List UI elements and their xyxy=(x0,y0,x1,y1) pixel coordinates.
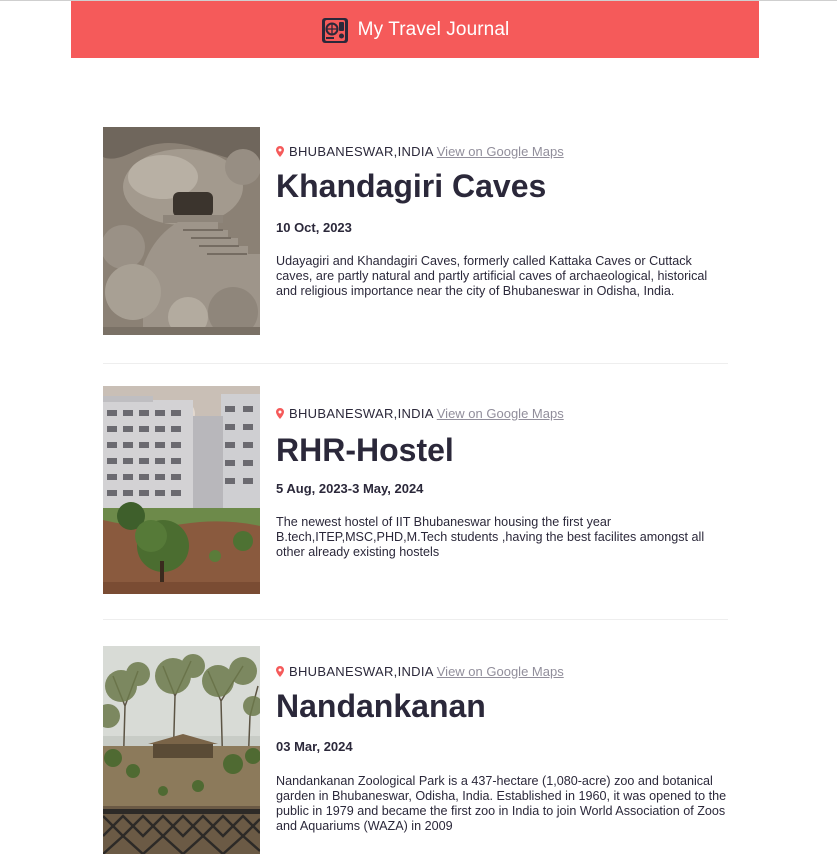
location-text: BHUBANESWAR,INDIA xyxy=(289,143,434,159)
app-title: My Travel Journal xyxy=(357,18,510,40)
location-pin-icon xyxy=(276,665,284,677)
location-row: BHUBANESWAR,INDIA View on Google Maps xyxy=(276,663,728,679)
journal-entry: BHUBANESWAR,INDIA View on Google Maps RH… xyxy=(103,386,728,594)
trip-date: 10 Oct, 2023 xyxy=(276,220,352,235)
google-maps-link[interactable]: View on Google Maps xyxy=(437,664,564,679)
location-row: BHUBANESWAR,INDIA View on Google Maps xyxy=(276,405,728,421)
location-text: BHUBANESWAR,INDIA xyxy=(289,405,434,421)
hostel-photo xyxy=(103,386,260,594)
entry-content: BHUBANESWAR,INDIA View on Google Maps RH… xyxy=(276,386,728,560)
location-row: BHUBANESWAR,INDIA View on Google Maps xyxy=(276,143,728,159)
app-header: My Travel Journal xyxy=(71,1,759,58)
entry-content: BHUBANESWAR,INDIA View on Google Maps Na… xyxy=(276,646,728,834)
trip-date: 03 Mar, 2024 xyxy=(276,739,353,754)
place-title: Nandankanan xyxy=(276,688,486,724)
trip-date: 5 Aug, 2023-3 May, 2024 xyxy=(276,481,424,496)
globe-icon xyxy=(321,17,348,43)
entry-divider xyxy=(103,619,728,620)
location-pin-icon xyxy=(276,407,284,419)
place-description: Nandankanan Zoological Park is a 437-hec… xyxy=(276,774,727,833)
location-pin-icon xyxy=(276,145,284,157)
place-description: The newest hostel of IIT Bhubaneswar hou… xyxy=(276,515,705,559)
place-title: RHR-Hostel xyxy=(276,432,454,468)
entry-content: BHUBANESWAR,INDIA View on Google Maps Kh… xyxy=(276,127,728,299)
journal-entry: BHUBANESWAR,INDIA View on Google Maps Kh… xyxy=(103,127,728,335)
place-description: Udayagiri and Khandagiri Caves, formerly… xyxy=(276,254,708,298)
zoo-photo xyxy=(103,646,260,854)
cave-photo xyxy=(103,127,260,335)
place-title: Khandagiri Caves xyxy=(276,168,547,204)
location-text: BHUBANESWAR,INDIA xyxy=(289,663,434,679)
entry-divider xyxy=(103,363,728,364)
google-maps-link[interactable]: View on Google Maps xyxy=(437,144,564,159)
journal-entry: BHUBANESWAR,INDIA View on Google Maps Na… xyxy=(103,646,728,854)
google-maps-link[interactable]: View on Google Maps xyxy=(437,406,564,421)
